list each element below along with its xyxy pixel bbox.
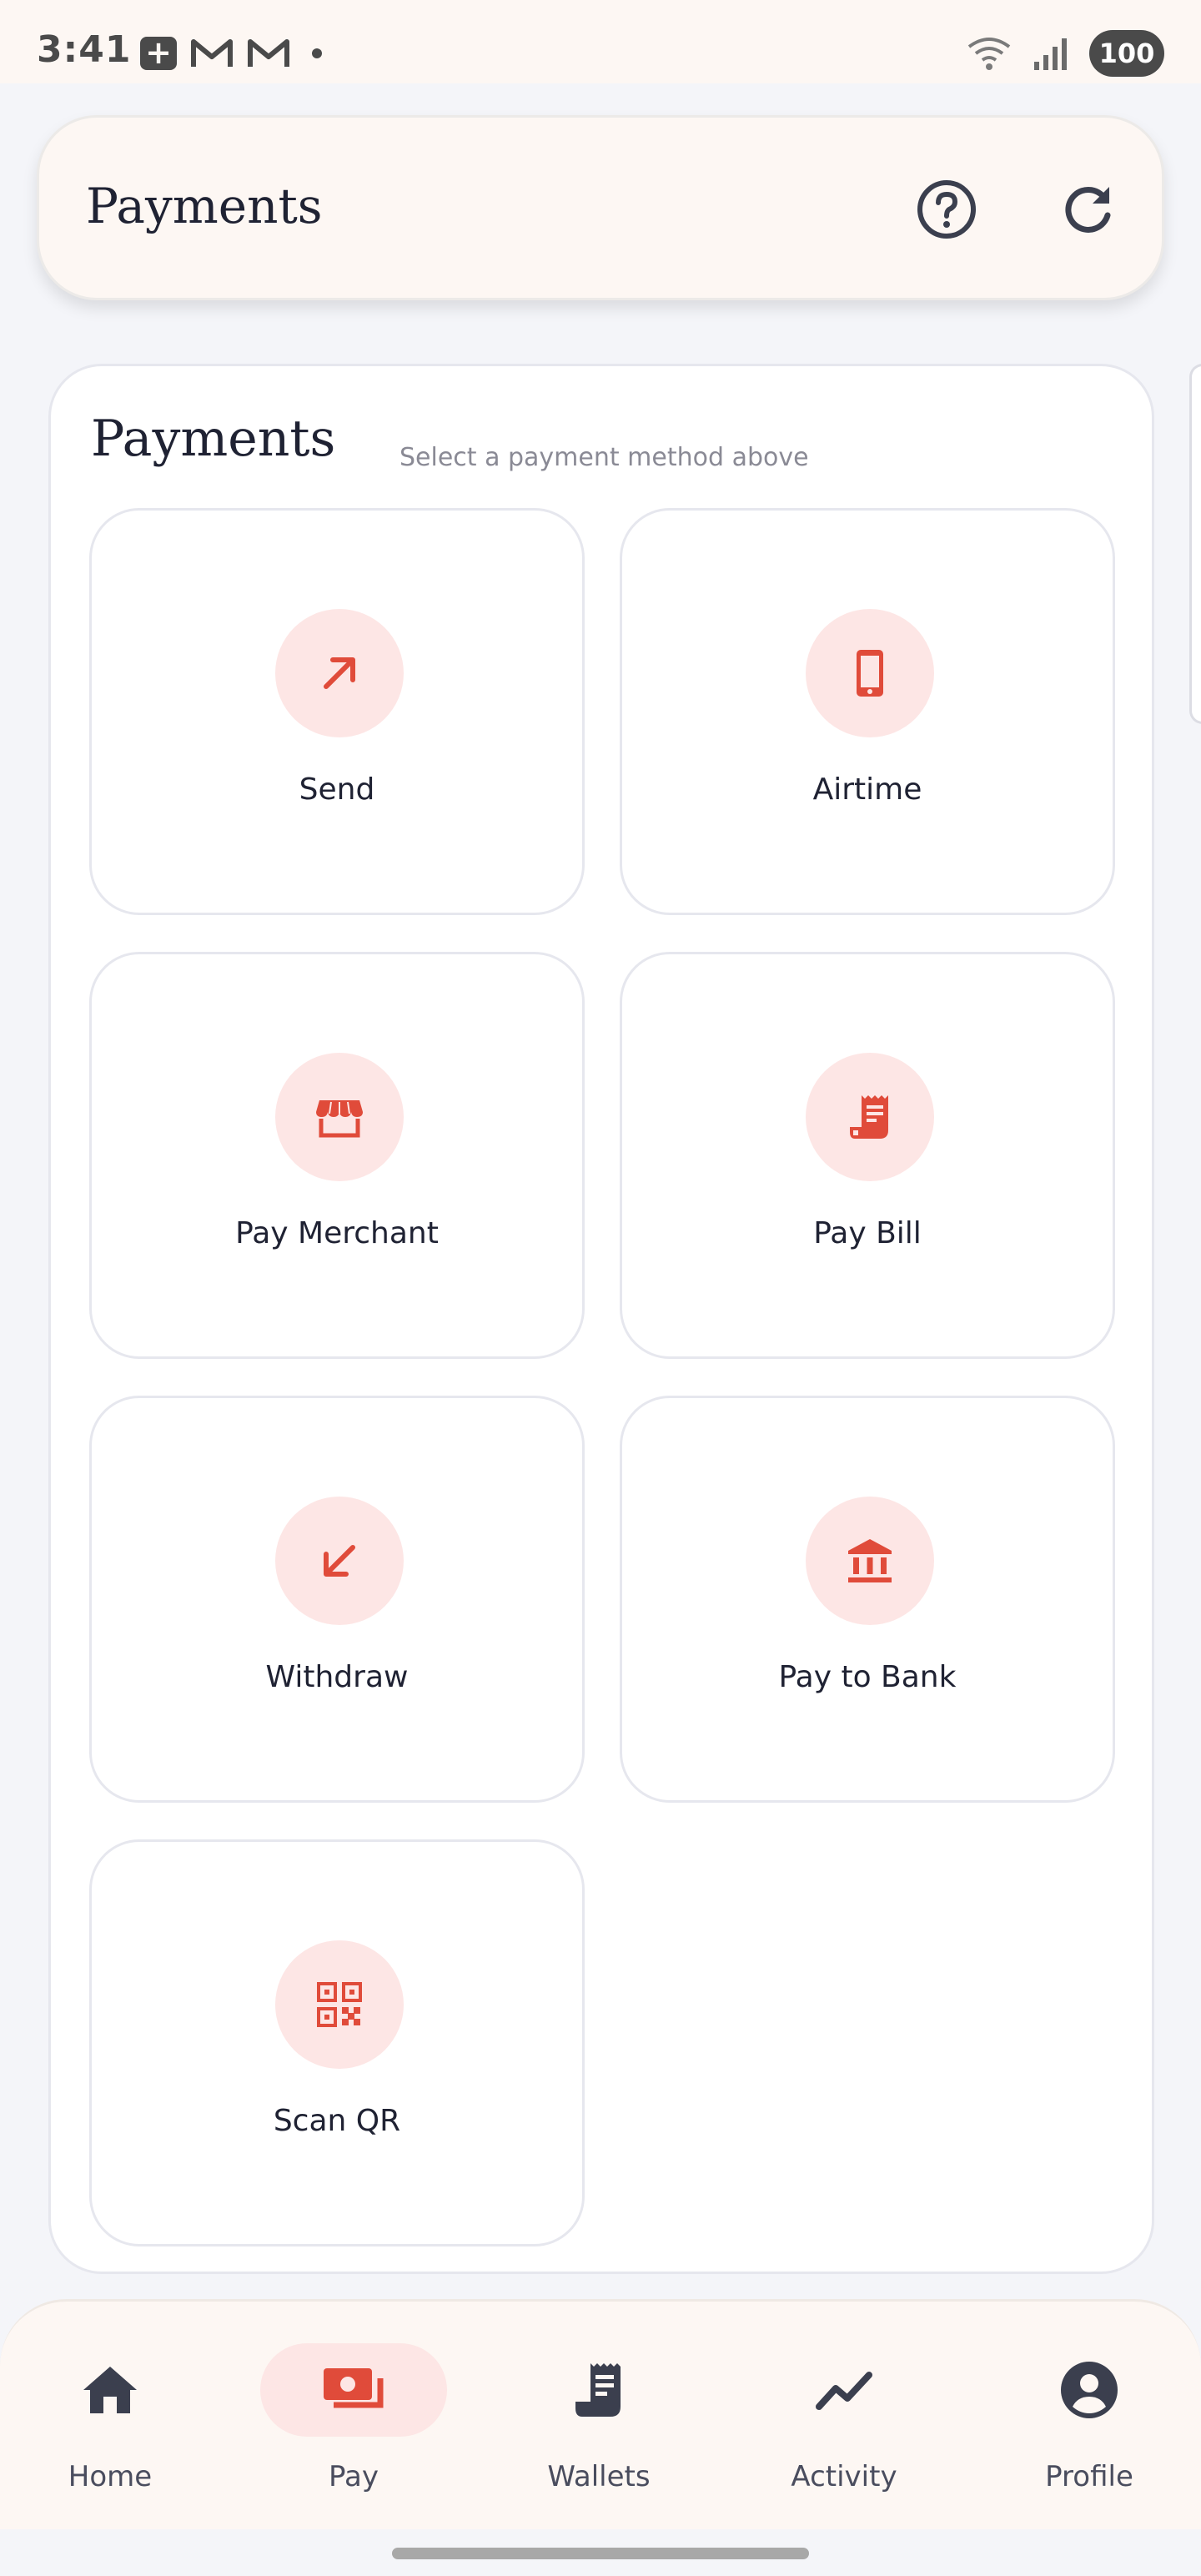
status-system-icons: 100 xyxy=(966,30,1164,77)
status-bar: 3:41 + 100 xyxy=(0,0,1201,83)
payments-icon xyxy=(324,2368,384,2408)
qr-code-icon xyxy=(317,1982,362,2027)
signal-icon xyxy=(1034,38,1067,70)
method-label: Pay Merchant xyxy=(235,1216,439,1250)
nav-icon-container xyxy=(17,2343,204,2437)
method-tile-airtime[interactable]: Airtime xyxy=(620,508,1115,915)
notification-dot-icon xyxy=(312,48,322,58)
card-title: Payments xyxy=(91,410,336,468)
method-tile-pay-merchant[interactable]: Pay Merchant xyxy=(89,952,585,1359)
nav-icon-container xyxy=(505,2343,692,2437)
nav-item-home[interactable]: Home xyxy=(10,2343,210,2502)
method-tile-withdraw[interactable]: Withdraw xyxy=(89,1396,585,1803)
method-label: Scan QR xyxy=(273,2104,401,2138)
status-time: 3:41 xyxy=(37,28,132,71)
card-subtitle: Select a payment method above xyxy=(399,443,809,472)
page-title: Payments xyxy=(86,178,323,234)
method-icon-bg xyxy=(806,609,934,737)
gmail-icon xyxy=(248,39,289,67)
phone-icon xyxy=(857,650,883,697)
method-tile-pay-bill[interactable]: Pay Bill xyxy=(620,952,1115,1359)
method-tile-pay-to-bank[interactable]: Pay to Bank xyxy=(620,1396,1115,1803)
bottom-navigation: Home Pay Wallets Activity Profile xyxy=(0,2299,1201,2529)
nav-label: Profile xyxy=(1045,2460,1133,2493)
nav-icon-container xyxy=(751,2343,937,2437)
gmail-icon xyxy=(191,39,233,67)
app-header: Payments xyxy=(37,115,1164,300)
arrow-down-left-icon xyxy=(324,1545,355,1577)
receipt-long-icon xyxy=(575,2363,621,2417)
nav-item-activity[interactable]: Activity xyxy=(744,2343,944,2502)
nav-label: Activity xyxy=(791,2460,897,2493)
gesture-home-bar[interactable] xyxy=(392,2548,809,2559)
nav-item-wallets[interactable]: Wallets xyxy=(499,2343,699,2502)
method-label: Pay Bill xyxy=(813,1216,922,1250)
receipt-icon xyxy=(850,1095,888,1139)
help-button[interactable] xyxy=(907,169,987,249)
method-label: Airtime xyxy=(812,772,922,807)
nav-label: Home xyxy=(68,2460,153,2493)
nav-label: Pay xyxy=(329,2460,379,2493)
status-notification-icons: + xyxy=(140,37,322,70)
storefront-icon xyxy=(316,1100,363,1138)
method-label: Send xyxy=(299,772,375,807)
method-icon-bg xyxy=(806,1497,934,1625)
nav-item-pay[interactable]: Pay xyxy=(254,2343,454,2502)
scroll-indicator[interactable] xyxy=(1189,364,1201,724)
method-tile-send[interactable]: Send xyxy=(89,508,585,915)
help-circle-icon xyxy=(917,180,976,239)
refresh-button[interactable] xyxy=(1048,169,1128,249)
trend-icon xyxy=(816,2372,872,2410)
payments-card: Payments Select a payment method above S… xyxy=(48,364,1154,2274)
bank-icon xyxy=(848,1539,892,1582)
wifi-icon xyxy=(967,38,1011,70)
refresh-icon xyxy=(1065,187,1111,233)
method-icon-bg xyxy=(275,1053,404,1181)
method-label: Withdraw xyxy=(265,1660,409,1694)
battery-indicator: 100 xyxy=(1089,30,1164,77)
method-tile-scan-qr[interactable]: Scan QR xyxy=(89,1839,585,2246)
nav-item-profile[interactable]: Profile xyxy=(989,2343,1189,2502)
arrow-up-right-icon xyxy=(324,657,355,689)
nav-label: Wallets xyxy=(547,2460,651,2493)
plus-box-icon: + xyxy=(140,37,177,70)
nav-icon-container xyxy=(260,2343,447,2437)
account-circle-icon xyxy=(1061,2362,1118,2418)
method-icon-bg xyxy=(275,1497,404,1625)
method-icon-bg xyxy=(275,1940,404,2069)
home-icon xyxy=(83,2367,137,2413)
method-icon-bg xyxy=(275,609,404,737)
method-icon-bg xyxy=(806,1053,934,1181)
method-label: Pay to Bank xyxy=(778,1660,957,1694)
nav-icon-container xyxy=(996,2343,1183,2437)
